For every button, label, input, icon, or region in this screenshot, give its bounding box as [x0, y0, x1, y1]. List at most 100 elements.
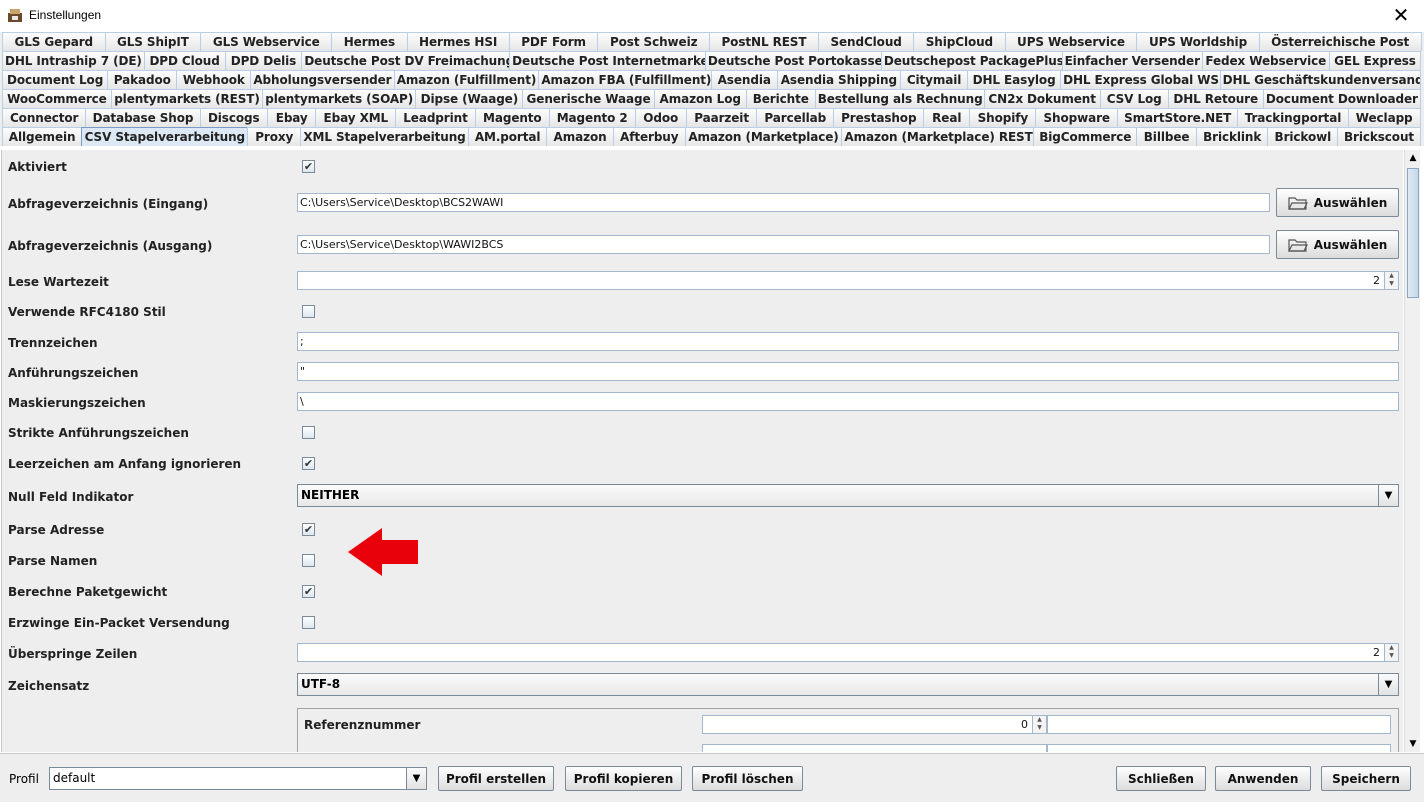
vertical-scrollbar[interactable]: ▲ ▼: [1404, 150, 1420, 752]
tab-gls-gepard[interactable]: GLS Gepard: [2, 32, 106, 51]
tab-gls-shipit[interactable]: GLS ShipIT: [104, 32, 202, 51]
tab-dhl-retoure[interactable]: DHL Retoure: [1167, 89, 1264, 108]
tab-dhl-geschäftskundenversand[interactable]: DHL Geschäftskundenversand: [1219, 70, 1422, 89]
spinner-arrows-icon[interactable]: ▲ ▼: [1032, 716, 1046, 733]
tab-ups-webservice[interactable]: UPS Webservice: [1004, 32, 1138, 51]
null-feld-dropdown[interactable]: NEITHER ▼: [297, 484, 1399, 507]
tab-fedex-webservice[interactable]: Fedex Webservice: [1201, 51, 1330, 70]
tab-am-portal[interactable]: AM.portal: [467, 127, 548, 146]
tab-database-shop[interactable]: Database Shop: [85, 108, 201, 127]
speichern-button[interactable]: Speichern: [1321, 766, 1411, 791]
tab-amazon-fba-fulfillment[interactable]: Amazon FBA (Fulfillment): [538, 70, 712, 89]
tab-shopware[interactable]: Shopware: [1035, 108, 1118, 127]
tab-berichte[interactable]: Berichte: [745, 89, 816, 108]
spinner-arrows-icon[interactable]: ▲ ▼: [1384, 644, 1398, 661]
tab-document-log[interactable]: Document Log: [2, 70, 109, 89]
tab-connector[interactable]: Connector: [2, 108, 87, 127]
checkbox-rfc4180[interactable]: [302, 305, 315, 318]
tab-brickowl[interactable]: Brickowl: [1267, 127, 1339, 146]
tab-document-downloader[interactable]: Document Downloader: [1262, 89, 1421, 108]
tab-cn2x-dokument[interactable]: CN2x Dokument: [983, 89, 1101, 108]
tab-dpd-delis[interactable]: DPD Delis: [224, 51, 303, 70]
tab-hermes[interactable]: Hermes: [331, 32, 408, 51]
checkbox-paketgewicht[interactable]: ✔: [302, 585, 315, 598]
tab-real[interactable]: Real: [923, 108, 971, 127]
tab-asendia[interactable]: Asendia: [710, 70, 778, 89]
checkbox-parse-adresse[interactable]: ✔: [302, 523, 315, 536]
tab-pdf-form[interactable]: PDF Form: [508, 32, 599, 51]
tab-gel-express[interactable]: GEL Express: [1328, 51, 1422, 70]
tab-afterbuy[interactable]: Afterbuy: [612, 127, 686, 146]
tab-post-schweiz[interactable]: Post Schweiz: [597, 32, 710, 51]
tab-brickscout[interactable]: Brickscout: [1337, 127, 1421, 146]
eingang-field[interactable]: C:\Users\Service\Desktop\BCS2WAWI: [297, 193, 1270, 212]
tab-woocommerce[interactable]: WooCommerce: [2, 89, 112, 108]
tab-bigcommerce[interactable]: BigCommerce: [1033, 127, 1138, 146]
eingang-select-button[interactable]: Auswählen: [1276, 188, 1399, 217]
anwenden-button[interactable]: Anwenden: [1215, 766, 1311, 791]
scroll-down-icon[interactable]: ▼: [1405, 736, 1421, 752]
tab-deutschepost-packageplus[interactable]: Deutschepost PackagePlus: [880, 51, 1063, 70]
tab-bricklink[interactable]: Bricklink: [1196, 127, 1269, 146]
tab-amazon-marketplace[interactable]: Amazon (Marketplace): [684, 127, 843, 146]
tab-webhook[interactable]: Webhook: [176, 70, 252, 89]
ueberspringe-spinner[interactable]: 2 ▲ ▼: [297, 643, 1399, 662]
ausgang-field[interactable]: C:\Users\Service\Desktop\WAWI2BCS: [297, 235, 1270, 254]
tab-csv-log[interactable]: CSV Log: [1099, 89, 1169, 108]
tab-smartstore-net[interactable]: SmartStore.NET: [1117, 108, 1239, 127]
zeichensatz-dropdown[interactable]: UTF-8 ▼: [297, 673, 1399, 696]
tab-sendcloud[interactable]: SendCloud: [817, 32, 915, 51]
profil-kopieren-button[interactable]: Profil kopieren: [565, 766, 682, 791]
tab-pakadoo[interactable]: Pakadoo: [107, 70, 178, 89]
tab-abholungsversender[interactable]: Abholungsversender: [250, 70, 395, 89]
tab-generische-waage[interactable]: Generische Waage: [522, 89, 655, 108]
profil-erstellen-button[interactable]: Profil erstellen: [438, 766, 554, 791]
tab-discogs[interactable]: Discogs: [199, 108, 268, 127]
tab-dipse-waage[interactable]: Dipse (Waage): [415, 89, 524, 108]
tab-shipcloud[interactable]: ShipCloud: [913, 32, 1006, 51]
tab-postnl-rest[interactable]: PostNL REST: [708, 32, 819, 51]
checkbox-strikte[interactable]: [302, 426, 315, 439]
profil-dropdown[interactable]: default ▼: [49, 767, 427, 790]
trennzeichen-field[interactable]: ;: [297, 332, 1399, 351]
tab-magento[interactable]: Magento: [474, 108, 550, 127]
ausgang-select-button[interactable]: Auswählen: [1276, 230, 1399, 259]
tab-dhl-intraship-7-de[interactable]: DHL Intraship 7 (DE): [2, 51, 145, 70]
tab-odoo[interactable]: Odoo: [634, 108, 687, 127]
scroll-up-icon[interactable]: ▲: [1405, 150, 1421, 166]
tab-leadprint[interactable]: Leadprint: [395, 108, 476, 127]
spinner-arrows-icon[interactable]: ▲ ▼: [1384, 272, 1398, 289]
tab-amazon-log[interactable]: Amazon Log: [653, 89, 747, 108]
tab-plentymarkets-soap[interactable]: plentymarkets (SOAP): [262, 89, 417, 108]
tab-weclapp[interactable]: Weclapp: [1347, 108, 1421, 127]
referenz-extra-field[interactable]: [1047, 715, 1391, 734]
tab-plentymarkets-rest[interactable]: plentymarkets (REST): [110, 89, 264, 108]
tab-trackingportal[interactable]: Trackingportal: [1237, 108, 1349, 127]
chevron-down-icon[interactable]: ▼: [406, 768, 426, 789]
maskierungszeichen-field[interactable]: \: [297, 392, 1399, 411]
tab-bestellung-als-rechnung[interactable]: Bestellung als Rechnung: [814, 89, 985, 108]
tab-österreichische-post[interactable]: Österreichische Post: [1258, 32, 1422, 51]
tab-citymail[interactable]: Citymail: [900, 70, 969, 89]
checkbox-parse-namen[interactable]: [302, 554, 315, 567]
chevron-down-icon[interactable]: ▼: [1378, 674, 1398, 695]
checkbox-leerzeichen[interactable]: ✔: [302, 457, 315, 470]
tab-billbee[interactable]: Billbee: [1136, 127, 1197, 146]
tab-dhl-easylog[interactable]: DHL Easylog: [967, 70, 1062, 89]
tab-einfacher-versender[interactable]: Einfacher Versender: [1061, 51, 1203, 70]
tab-amazon-marketplace-rest[interactable]: Amazon (Marketplace) REST: [841, 127, 1035, 146]
tab-magento-2[interactable]: Magento 2: [548, 108, 636, 127]
tab-allgemein[interactable]: Allgemein: [2, 127, 83, 146]
tab-ebay[interactable]: Ebay: [266, 108, 317, 127]
tab-hermes-hsi[interactable]: Hermes HSI: [406, 32, 510, 51]
close-icon[interactable]: ✕: [1378, 0, 1424, 30]
tab-prestashop[interactable]: Prestashop: [833, 108, 925, 127]
chevron-down-icon[interactable]: ▼: [1378, 485, 1398, 506]
tab-dhl-express-global-ws[interactable]: DHL Express Global WS: [1060, 70, 1221, 89]
referenz-second-field[interactable]: [1047, 744, 1391, 752]
referenz-spinner[interactable]: 0 ▲ ▼: [702, 715, 1047, 734]
lese-wartezeit-spinner[interactable]: 2 ▲ ▼: [297, 271, 1399, 290]
tab-dpd-cloud[interactable]: DPD Cloud: [143, 51, 226, 70]
tab-ups-worldship[interactable]: UPS Worldship: [1136, 32, 1260, 51]
tab-ebay-xml[interactable]: Ebay XML: [315, 108, 397, 127]
